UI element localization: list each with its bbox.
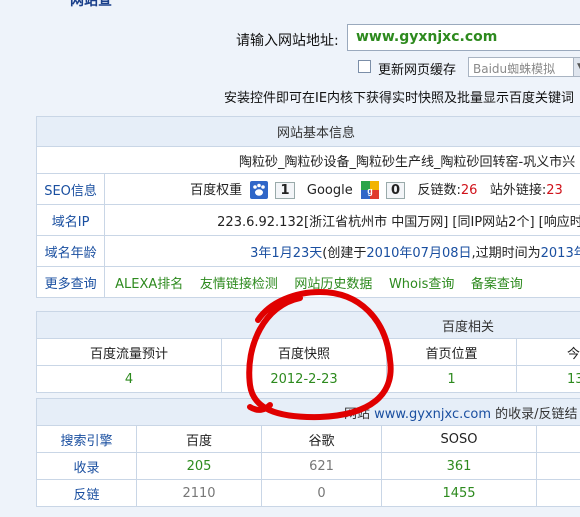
more-query-links: ALEXA排名 友情链接检测 网站历史数据 Whois查询 备案查询 [104, 266, 580, 298]
index-table: 网站 www.gyxnjxc.com 的收录/反链结 搜索引擎 百度 谷歌 SO… [36, 398, 580, 507]
friend-link-check[interactable]: 友情链接检测 [200, 277, 278, 292]
basic-info-header: 网站基本信息 [36, 116, 580, 147]
seo-info-cell: 百度权重 1 Google g 0 反链数:26 站外链接:23 [104, 173, 580, 205]
col-extra [536, 425, 580, 453]
indexed-soso[interactable]: 361 [381, 452, 537, 480]
domain-age-cell: 3年1月23天(创建于2010年07月08日,过期时间为2013年0 [104, 235, 580, 267]
response-time-link[interactable]: [响应时 [539, 215, 580, 230]
row-backlink-label: 反链 [36, 479, 137, 507]
top-cut-title: 网站查 [70, 0, 112, 9]
baidu-snapshot-value[interactable]: 2012-2-23 [221, 365, 387, 393]
domain-age-label: 域名年龄 [35, 235, 106, 267]
basic-info-table: 网站基本信息 陶粒砂_陶粒砂设备_陶粒砂生产线_陶粒砂回转窑-巩义市兴 SEO信… [35, 116, 580, 298]
site-title: 陶粒砂_陶粒砂设备_陶粒砂生产线_陶粒砂回转窑-巩义市兴 [36, 146, 580, 174]
spider-select[interactable]: Baidu蜘蛛模拟 ▼ [468, 57, 580, 77]
indexed-extra [536, 452, 580, 480]
seo-info-label: SEO信息 [35, 173, 106, 205]
baidu-col-today: 今日 [516, 338, 580, 366]
domain-ip-value: 223.6.92.132[浙江省杭州市 中国万网] [217, 214, 449, 230]
google-pr-badge: 0 [386, 181, 406, 199]
google-icon: g [360, 181, 379, 200]
col-engine: 搜索引擎 [36, 425, 137, 453]
baidu-header: 百度相关 [36, 311, 580, 339]
domain-ip-cell: 223.6.92.132[浙江省杭州市 中国万网] [同IP网站2个] [响应时 [104, 204, 580, 236]
domain-created: 2010年07月08日 [366, 245, 472, 261]
backlink-baidu[interactable]: 2110 [136, 479, 262, 507]
domain-expires: 2013年0 [540, 245, 580, 261]
backlink-soso[interactable]: 1455 [381, 479, 537, 507]
backlink-google[interactable]: 0 [261, 479, 382, 507]
baidu-today-value: 13 [516, 365, 580, 393]
chevron-down-icon[interactable]: ▼ [573, 58, 580, 76]
domain-age-detail-a: (创建于 [322, 245, 367, 261]
beian-link[interactable]: 备案查询 [471, 277, 523, 292]
more-query-label: 更多查询 [35, 266, 106, 298]
col-google: 谷歌 [261, 425, 382, 453]
outlinks-value: 23 [546, 182, 563, 198]
baidu-home-pos-value: 1 [386, 365, 517, 393]
baidu-col-snapshot: 百度快照 [221, 338, 387, 366]
baidu-weight-badge: 1 [275, 181, 295, 199]
baidu-col-traffic: 百度流量预计 [36, 338, 222, 366]
baidu-paw-icon [250, 181, 269, 200]
baidu-traffic-value: 4 [36, 365, 222, 393]
indexed-baidu[interactable]: 205 [136, 452, 262, 480]
same-ip-link[interactable]: [同IP网站2个] [452, 215, 534, 230]
google-label: Google [306, 182, 353, 198]
col-soso: SOSO [381, 425, 537, 453]
indexed-google[interactable]: 621 [261, 452, 382, 480]
outlinks-label: 站外链接: [489, 182, 547, 198]
backlinks-value: 26 [460, 182, 478, 198]
cache-row: 更新网页缓存 Baidu蜘蛛模拟 ▼ [0, 57, 580, 79]
baidu-weight-label: 百度权重 [190, 182, 243, 198]
baidu-table: 百度相关 百度流量预计 百度快照 首页位置 今日 4 2012-2-23 1 1… [36, 311, 580, 393]
domain-age-value: 3年1月23天 [250, 245, 323, 261]
refresh-cache-label: 更新网页缓存 [378, 63, 457, 78]
spider-select-value: Baidu蜘蛛模拟 [473, 62, 556, 76]
url-row: 请输入网站地址: www.gyxnjxc.com [0, 24, 580, 52]
domain-ip-label: 域名IP [35, 204, 106, 236]
baidu-col-home-pos: 首页位置 [386, 338, 517, 366]
url-label: 请输入网站地址: [236, 33, 339, 49]
index-header-prefix: 网站 [344, 406, 371, 422]
whois-link[interactable]: Whois查询 [389, 277, 454, 292]
history-data-link[interactable]: 网站历史数据 [294, 277, 372, 292]
backlinks-label: 反链数: [417, 182, 461, 198]
col-baidu: 百度 [136, 425, 262, 453]
index-header-domain[interactable]: www.gyxnjxc.com [374, 407, 491, 422]
row-indexed-label: 收录 [36, 452, 137, 480]
index-header: 网站 www.gyxnjxc.com 的收录/反链结 [36, 398, 580, 426]
url-input[interactable]: www.gyxnjxc.com [347, 24, 580, 51]
svg-text:g: g [367, 186, 373, 196]
refresh-cache-checkbox[interactable] [358, 60, 371, 73]
domain-age-detail-b: ,过期时间为 [471, 245, 541, 261]
alexa-link[interactable]: ALEXA排名 [115, 277, 183, 292]
index-header-suffix: 的收录/反链结 [495, 406, 578, 422]
install-notice: 安装控件即可在IE内核下获得实时快照及批量显示百度关键词 [224, 91, 575, 106]
backlink-extra [536, 479, 580, 507]
